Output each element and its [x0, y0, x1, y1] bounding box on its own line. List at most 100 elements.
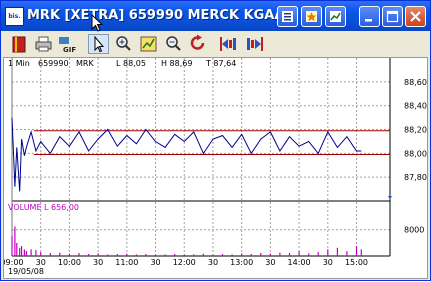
time-tick-label: 13:00: [230, 258, 253, 267]
volume-bar: [327, 249, 329, 256]
volume-bar: [59, 252, 61, 256]
volume-bar: [78, 253, 80, 256]
volume-bar: [14, 226, 16, 256]
axis-marker-icon: [388, 196, 392, 200]
volume-bar: [68, 253, 70, 256]
print-button[interactable]: [33, 34, 54, 54]
volume-bar: [212, 254, 214, 256]
close-button[interactable]: [405, 6, 426, 27]
volume-bar: [35, 250, 37, 256]
chart-interval: 1 Min: [8, 59, 30, 68]
price-tick-label: 88,60: [404, 78, 427, 87]
chart-high: H 88,69: [161, 59, 192, 68]
sheet-button[interactable]: [277, 6, 298, 27]
pointer-tool-button[interactable]: [88, 34, 109, 54]
chart-wkn: 659990: [38, 59, 69, 68]
close-icon: [410, 11, 421, 22]
date-label: 19/05/08: [8, 267, 44, 276]
title-bar[interactable]: bis. MRK [XETRA] 659990 MERCK KGAA O.N.: [1, 1, 430, 32]
scroll-right-button[interactable]: [244, 34, 265, 54]
price-tick-label: 88,20: [404, 126, 427, 135]
book-button[interactable]: [9, 34, 30, 54]
grid: [11, 58, 390, 256]
volume-bar: [317, 252, 319, 256]
refresh-button[interactable]: [188, 34, 209, 54]
volume-bar: [288, 253, 291, 256]
volume-bar: [88, 254, 90, 256]
volume-bar: [25, 251, 27, 256]
chart-icon: [330, 11, 341, 22]
volume-bar: [360, 249, 362, 256]
time-tick-label: 11:00: [115, 258, 138, 267]
zoom-out-button[interactable]: [163, 34, 184, 54]
volume-series: [11, 226, 362, 256]
app-icon[interactable]: bis.: [5, 7, 24, 26]
volume-bar: [336, 247, 338, 256]
time-tick-label: 12:00: [173, 258, 196, 267]
zoom-in-button[interactable]: [113, 34, 134, 54]
volume-bar: [40, 252, 42, 256]
maximize-icon: [386, 10, 399, 23]
volume-bar: [11, 236, 13, 256]
volume-bar: [193, 254, 195, 256]
refresh-icon: [190, 34, 205, 50]
volume-bar: [21, 246, 23, 256]
mouse-cursor-icon: [91, 14, 104, 32]
application-window: bis. MRK [XETRA] 659990 MERCK KGAA O.N.: [0, 0, 431, 281]
volume-bar: [241, 253, 243, 256]
zoom-region-button[interactable]: [138, 34, 159, 54]
gif-export-icon: GIF: [59, 37, 76, 54]
chart-panel[interactable]: 1 Min 659990 MRK L 88,05 H 88,69 T 87,64…: [0, 57, 428, 279]
scroll-left-icon: [220, 37, 236, 51]
volume-bar: [260, 253, 262, 256]
printer-icon: [35, 36, 52, 52]
price-axis-labels: 88,60 88,40 88,20 88,00 87,80 8000: [404, 78, 427, 235]
volume-label: VOLUME: [8, 203, 42, 212]
volume-bar: [126, 253, 128, 256]
time-tick-label: 30: [323, 258, 333, 267]
volume-bar: [107, 254, 109, 256]
chart-symbol: MRK: [76, 59, 94, 68]
chart-button[interactable]: [325, 6, 346, 27]
window-title: MRK [XETRA] 659990 MERCK KGAA O.N.: [27, 8, 277, 23]
volume-bar: [30, 249, 32, 256]
maximize-button[interactable]: [382, 6, 403, 27]
toolbar: GIF: [3, 32, 428, 56]
volume-bar: [346, 251, 348, 256]
volume-bar: [250, 254, 252, 256]
volume-bar: [183, 254, 185, 256]
time-tick-label: 15:00: [345, 258, 368, 267]
time-axis-labels: 09:00 30 10:00 30 11:00 30 12:00 30 13:00 30 14:00…: [0, 258, 368, 267]
book-icon: [12, 36, 26, 53]
volume-bar: [221, 254, 224, 256]
volume-bar: [49, 253, 51, 256]
minimize-button[interactable]: [359, 6, 380, 27]
time-tick-label: 10:00: [58, 258, 81, 267]
gif-label: GIF: [63, 46, 76, 54]
volume-bar: [19, 247, 21, 256]
volume-bar: [279, 252, 281, 256]
volume-bar: [355, 246, 358, 256]
time-tick-label: 14:00: [288, 258, 311, 267]
zoom-region-icon: [140, 36, 157, 52]
chart-low: L 88,05: [116, 59, 146, 68]
star-icon: [306, 11, 317, 22]
volume-bar: [298, 251, 300, 256]
time-tick-label: 30: [93, 258, 103, 267]
gif-export-button[interactable]: GIF: [57, 34, 78, 54]
chart-last: T 87,64: [205, 59, 236, 68]
time-tick-label: 30: [150, 258, 160, 267]
volume-bar: [97, 253, 99, 256]
price-volume-chart[interactable]: 1 Min 659990 MRK L 88,05 H 88,69 T 87,64…: [0, 58, 427, 278]
zoom-in-icon: [116, 36, 131, 51]
favorites-button[interactable]: [301, 6, 322, 27]
volume-bar: [145, 254, 147, 256]
time-tick-label: 30: [265, 258, 275, 267]
volume-bar: [308, 253, 310, 256]
volume-bar: [269, 253, 271, 256]
volume-bar: [231, 254, 233, 256]
support-resistance-lines: [34, 130, 390, 156]
scroll-left-button[interactable]: [219, 34, 240, 54]
volume-bar: [164, 254, 166, 256]
volume-tick-label: 8000: [404, 226, 424, 235]
